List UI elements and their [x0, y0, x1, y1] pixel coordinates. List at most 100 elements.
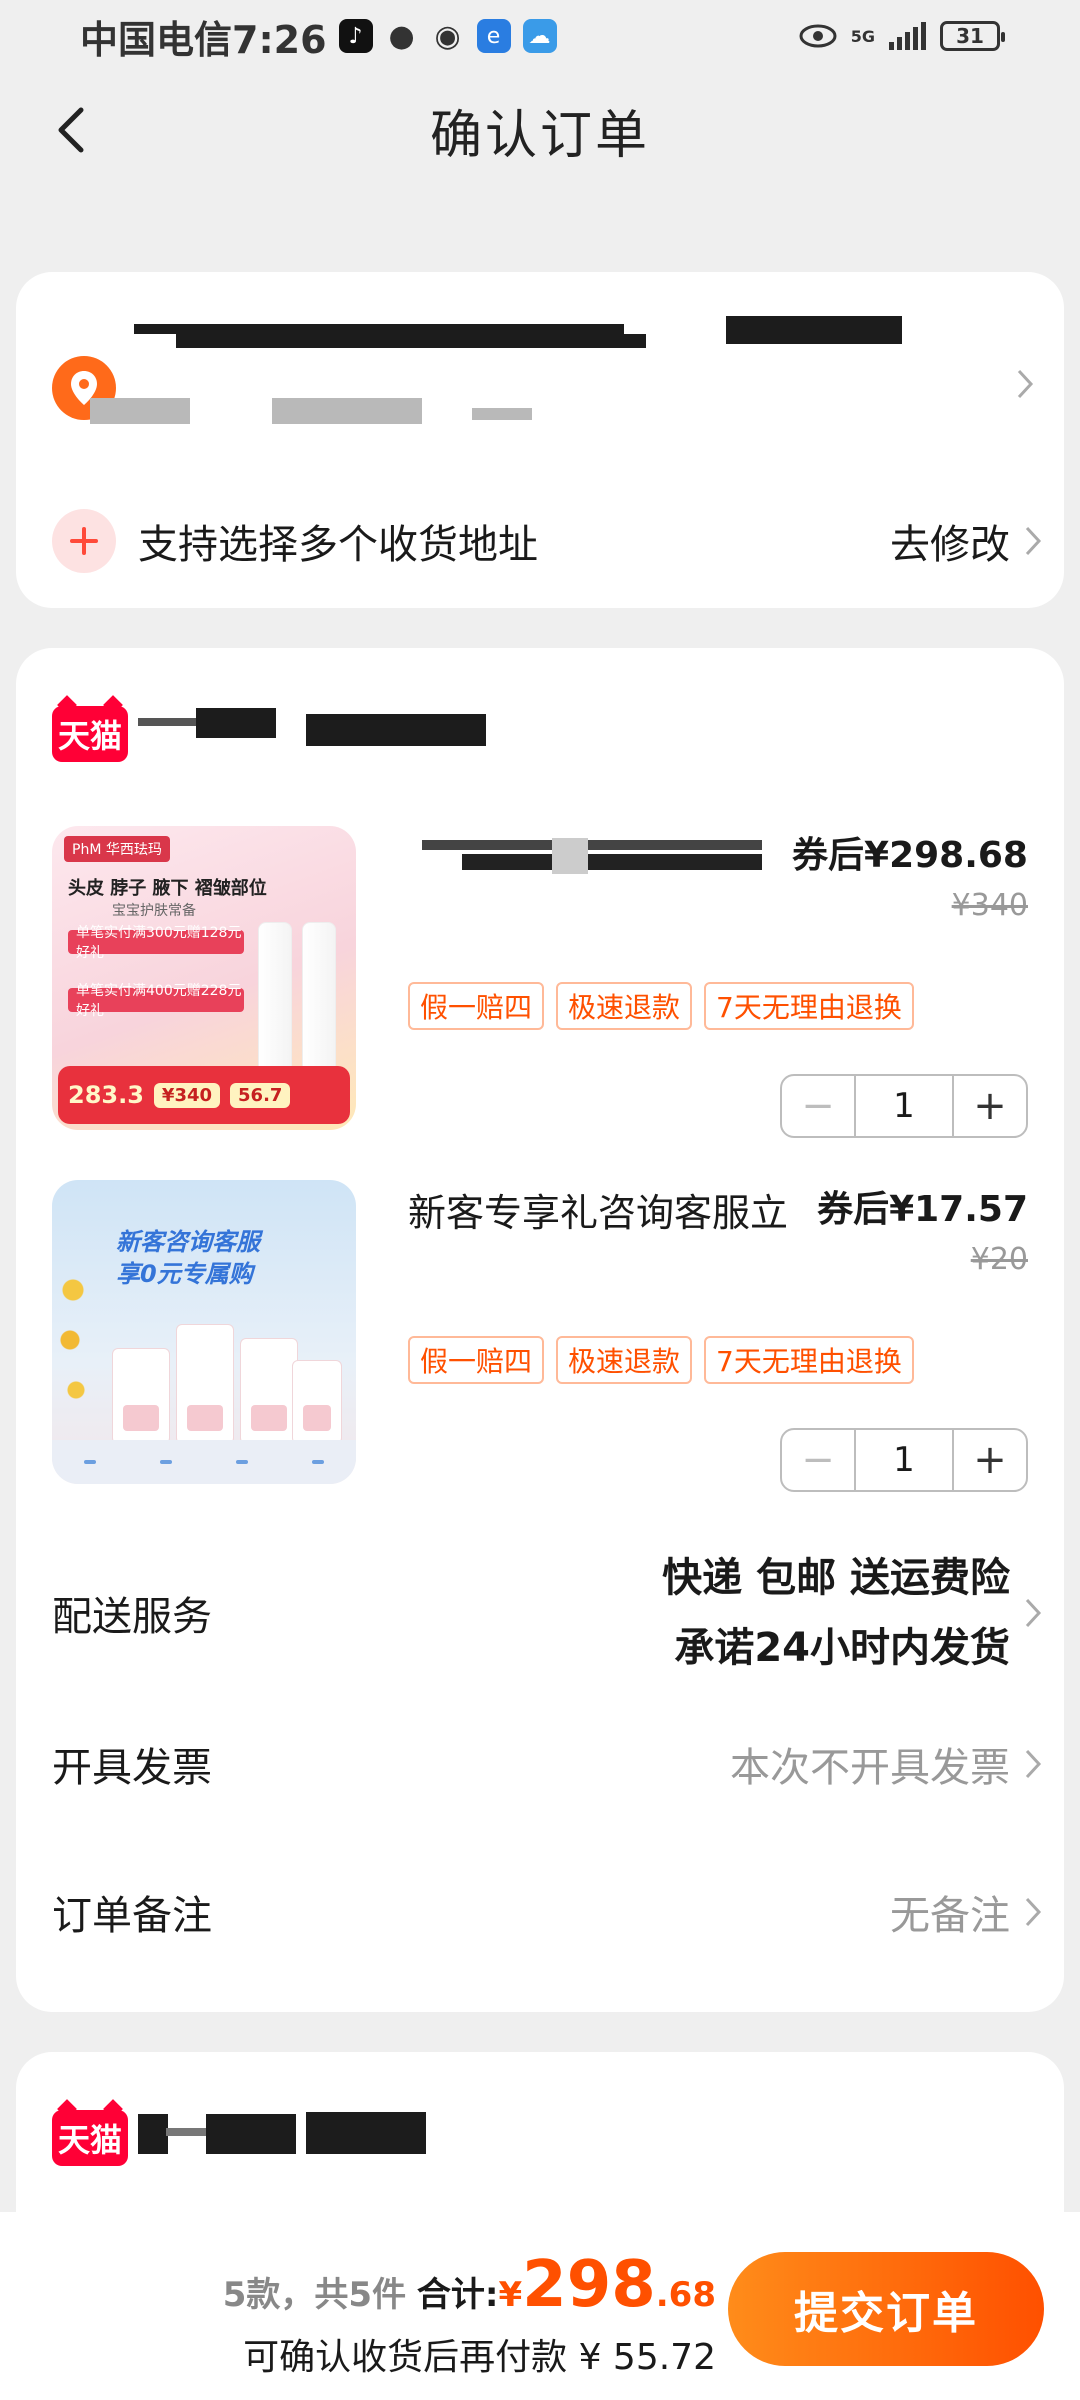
product-image-promo: 单笔实付满400元赠228元好礼	[68, 983, 244, 1019]
quantity-value[interactable]: 1	[854, 1076, 954, 1136]
plus-icon	[52, 509, 116, 573]
tiktok-icon: ♪	[338, 19, 373, 53]
chevron-right-icon	[1016, 368, 1034, 400]
edit-address-link[interactable]: 去修改	[890, 512, 1010, 570]
product-tags: 假一赔四 极速退款 7天无理由退换	[408, 982, 914, 1030]
product-image-headline: 新客咨询客服 享0元专属购	[116, 1226, 260, 1290]
invoice-value: 本次不开具发票	[730, 1745, 1010, 1791]
order-card: 天猫 PhM 华西珐玛 头皮 脖子 腋下 褶皱部位 宝宝护肤常备 单笔实付满30…	[16, 648, 1064, 2012]
chevron-left-icon	[58, 107, 84, 153]
network-type: 5G	[850, 26, 875, 46]
chevron-right-icon	[1025, 1598, 1042, 1628]
redacted-product-title	[422, 840, 762, 850]
remark-value: 无备注	[890, 1893, 1010, 1939]
product-image-headline: 头皮 脖子 腋下 褶皱部位	[68, 878, 267, 899]
redacted-shop-name-4	[306, 2112, 426, 2154]
signal-icon	[889, 22, 926, 50]
delivery-line-2: 承诺24小时内发货	[674, 1625, 1010, 1671]
tag-fast-refund: 极速退款	[556, 1336, 693, 1384]
product-image-chip: 56.7	[230, 1082, 291, 1108]
invoice-label: 开具发票	[52, 1745, 212, 1791]
decrease-quantity-button[interactable]: −	[782, 1430, 854, 1490]
tag-fake-compensation: 假一赔四	[408, 1336, 545, 1384]
tmall-logo-icon: 天猫	[52, 706, 128, 762]
pay-later-text: 可确认收货后再付款 ¥ 55.72	[243, 2337, 716, 2378]
product-price: 券后¥17.57	[817, 1189, 1028, 1230]
delivery-value: 快递 包邮 送运费险 承诺24小时内发货	[662, 1543, 1010, 1683]
page-header: 确认订单	[0, 80, 1080, 180]
tmall-logo-icon: 天猫	[52, 2110, 128, 2166]
order-summary: 5款，共5件 合计:¥298.68 可确认收货后再付款 ¥ 55.72	[223, 2248, 716, 2380]
invoice-row[interactable]: 开具发票 本次不开具发票	[52, 1724, 1042, 1804]
product-image[interactable]: PhM 华西珐玛 头皮 脖子 腋下 褶皱部位 宝宝护肤常备 单笔实付满300元赠…	[52, 826, 356, 1130]
total-integer: 298	[522, 2248, 656, 2322]
chevron-right-icon	[1025, 1897, 1042, 1927]
redacted-shop-name-3	[306, 714, 486, 746]
redacted-shop-name	[138, 2114, 168, 2154]
product-box-graphic	[176, 1324, 234, 1444]
chevron-right-icon	[1025, 1749, 1042, 1779]
product-item[interactable]: PhM 华西珐玛 头皮 脖子 腋下 褶皱部位 宝宝护肤常备 单笔实付满300元赠…	[52, 826, 1028, 1138]
redacted-address-2	[272, 398, 422, 424]
product-image-sub: 宝宝护肤常备	[112, 903, 196, 919]
increase-quantity-button[interactable]: +	[954, 1076, 1026, 1136]
redacted-product-title-2	[462, 854, 762, 870]
product-image-headline-1: 新客咨询客服	[116, 1228, 260, 1256]
address-card[interactable]: 支持选择多个收货地址 去修改	[16, 272, 1064, 608]
weather-icon: ☁	[522, 19, 557, 53]
redacted-address-3	[472, 408, 532, 420]
product-box-graphic	[112, 1348, 170, 1444]
message-icon: ●	[388, 18, 415, 54]
order-remark-row[interactable]: 订单备注 无备注	[52, 1872, 1042, 1952]
product-image-chip: ¥340	[153, 1082, 221, 1108]
quantity-stepper: − 1 +	[780, 1074, 1028, 1138]
decrease-quantity-button[interactable]: −	[782, 1076, 854, 1136]
submit-order-button[interactable]: 提交订单	[728, 2252, 1044, 2366]
redacted-address	[90, 398, 190, 424]
quantity-stepper: − 1 +	[780, 1428, 1028, 1492]
status-bar: 中国电信7:26 ♪ ● ◉ e ☁ 5G 31	[0, 0, 1080, 72]
delivery-line-1: 快递 包邮 送运费险	[662, 1555, 1010, 1601]
redacted-name	[134, 324, 624, 334]
redacted-product-title-3	[552, 838, 588, 874]
product-original-price: ¥20	[970, 1242, 1028, 1277]
multi-address-label: 支持选择多个收货地址	[138, 522, 538, 568]
status-carrier-time: 中国电信7:26	[80, 17, 327, 62]
back-button[interactable]	[38, 98, 102, 162]
remark-label: 订单备注	[52, 1893, 212, 1939]
product-title: 新客专享礼咨询客服立	[408, 1191, 789, 1235]
product-image-headline-2: 享0元专属购	[116, 1260, 253, 1288]
product-tags: 假一赔四 极速退款 7天无理由退换	[408, 1336, 914, 1384]
summary-total-line: 5款，共5件 合计:¥298.68	[223, 2248, 716, 2322]
delivery-service-row[interactable]: 配送服务 快递 包邮 送运费险 承诺24小时内发货	[52, 1538, 1042, 1688]
product-item[interactable]: 新客咨询客服 享0元专属购 新客专享礼咨询客服立 券后¥17.57 ¥20 假一…	[52, 1180, 1028, 1492]
product-image-promo: 单笔实付满300元赠128元好礼	[68, 925, 244, 961]
browser-icon: e	[476, 19, 511, 53]
product-image-price-bar: 283.3 ¥340 56.7	[58, 1066, 350, 1124]
tag-7day-return: 7天无理由退换	[704, 982, 914, 1030]
product-box-graphic	[292, 1360, 342, 1444]
checkout-bar: 5款，共5件 合计:¥298.68 可确认收货后再付款 ¥ 55.72 提交订单	[0, 2212, 1080, 2400]
tag-7day-return: 7天无理由退换	[704, 1336, 914, 1384]
quantity-value[interactable]: 1	[854, 1430, 954, 1490]
total-decimal: .68	[655, 2275, 716, 2315]
redacted-shop-name	[138, 718, 196, 726]
redacted-phone	[726, 316, 902, 344]
product-image-strip	[52, 1440, 356, 1484]
redacted-shop-name-3	[206, 2114, 296, 2154]
wechat-icon: ◉	[434, 18, 461, 54]
tag-fake-compensation: 假一赔四	[408, 982, 545, 1030]
increase-quantity-button[interactable]: +	[954, 1430, 1026, 1490]
product-box-graphic	[240, 1338, 298, 1444]
product-image-brand: PhM 华西珐玛	[64, 836, 170, 862]
redacted-shop-name-2	[196, 708, 276, 738]
redacted-name-2	[176, 334, 646, 348]
multi-address-row[interactable]: 支持选择多个收货地址 去修改	[52, 506, 1042, 576]
product-image[interactable]: 新客咨询客服 享0元专属购	[52, 1180, 356, 1484]
item-count: 5款，共5件	[222, 2275, 407, 2315]
battery-icon: 31	[940, 21, 1005, 51]
product-price: 券后¥298.68	[792, 835, 1028, 876]
flower-graphic	[58, 1250, 88, 1450]
chevron-right-icon	[1025, 526, 1042, 556]
delivery-label: 配送服务	[52, 1594, 212, 1640]
